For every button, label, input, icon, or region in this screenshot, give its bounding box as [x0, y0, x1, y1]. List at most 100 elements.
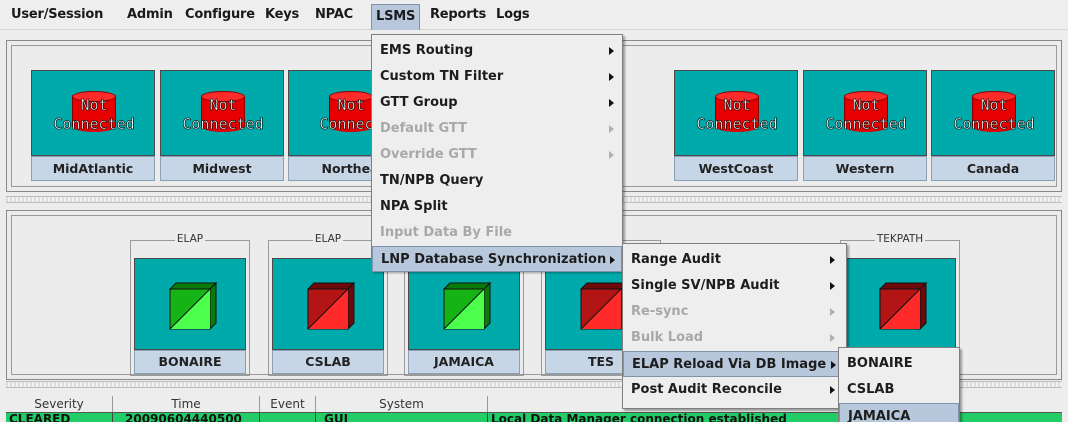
menu-bar: User/Session Admin Configure Keys NPAC L…: [0, 0, 1068, 30]
reload-submenu: BONAIRE CSLAB JAMAICA: [838, 347, 960, 422]
menu-item[interactable]: Single SV/NPB Audit: [623, 273, 846, 299]
menu-item[interactable]: Input Data By File: [372, 220, 622, 246]
menu-item[interactable]: Re-sync: [623, 299, 846, 325]
menu-item[interactable]: Custom TN Filter: [372, 64, 622, 90]
sync-submenu: Range Audit Single SV/NPB Audit Re-sync Bul…: [622, 243, 847, 409]
submenu-arrow-icon: [830, 256, 835, 264]
submenu-arrow-icon: [609, 73, 614, 81]
status-line-2: Connected: [182, 115, 264, 134]
region-card[interactable]: Not Connected Western: [803, 70, 927, 181]
menu-item-label: Single SV/NPB Audit: [631, 278, 780, 293]
menu-item-label: Re-sync: [631, 304, 689, 319]
menu-item[interactable]: CSLAB: [839, 377, 959, 403]
menu-npac[interactable]: NPAC: [312, 6, 356, 26]
elap-legend: ELAP: [174, 233, 206, 245]
menu-item[interactable]: Range Audit: [623, 247, 846, 273]
lsms-dropdown-menu: EMS Routing Custom TN Filter GTT Group Defa…: [371, 34, 623, 272]
status-line-1: Not: [852, 96, 880, 115]
menu-item[interactable]: ELAP Reload Via DB Image: [623, 351, 846, 377]
region-name: Western: [803, 156, 927, 181]
cell-system: GUI: [316, 413, 488, 422]
submenu-arrow-icon: [609, 125, 614, 133]
menu-item-label: NPA Split: [380, 199, 448, 214]
menu-item[interactable]: GTT Group: [372, 90, 622, 116]
server-cube-icon: [168, 281, 218, 331]
region-card[interactable]: Not Connected Midwest: [160, 70, 284, 181]
menu-reports[interactable]: Reports: [427, 6, 489, 26]
menu-item-label: ELAP Reload Via DB Image: [632, 357, 827, 372]
menu-item-label: Range Audit: [631, 252, 721, 267]
region-tile: Not Connected: [803, 70, 927, 156]
elap-tile: [844, 258, 956, 350]
region-card[interactable]: Not Connected Canada: [931, 70, 1055, 181]
submenu-arrow-icon: [830, 282, 835, 290]
menu-item-label: TN/NPB Query: [380, 173, 484, 188]
elap-tile: [134, 258, 246, 350]
server-cube-icon: [442, 281, 492, 331]
elap-card[interactable]: ELAP BONAIRE: [130, 233, 250, 376]
elap-legend: TEKPATH: [874, 233, 926, 245]
menu-item-label: Custom TN Filter: [380, 69, 504, 84]
menu-item[interactable]: TN/NPB Query: [372, 168, 622, 194]
menu-item-label: CSLAB: [847, 382, 895, 397]
region-name: Midwest: [160, 156, 284, 181]
menu-logs[interactable]: Logs: [493, 6, 532, 26]
cell-message: Local Data Manager connection establishe…: [491, 413, 787, 422]
submenu-arrow-icon: [610, 256, 615, 264]
region-card[interactable]: Not Connected MidAtlantic: [31, 70, 155, 181]
menu-item-label: Override GTT: [380, 147, 477, 162]
menu-item-label: Default GTT: [380, 121, 467, 136]
status-line-2: Connected: [53, 115, 135, 134]
col-time[interactable]: Time: [113, 396, 260, 412]
status-line-1: Not: [80, 96, 108, 115]
menu-item-label: LNP Database Synchronization: [381, 252, 607, 267]
submenu-arrow-icon: [609, 99, 614, 107]
region-tile: Not Connected: [31, 70, 155, 156]
region-name: MidAtlantic: [31, 156, 155, 181]
menu-item-label: Bulk Load: [631, 330, 704, 345]
elap-legend: ELAP: [312, 233, 344, 245]
status-line-2: Connected: [825, 115, 907, 134]
menu-configure[interactable]: Configure: [182, 6, 258, 26]
submenu-arrow-icon: [609, 47, 614, 55]
col-system[interactable]: System: [316, 396, 488, 412]
menu-item[interactable]: Bulk Load: [623, 325, 846, 351]
status-line-1: Not: [980, 96, 1008, 115]
region-tile: Not Connected: [931, 70, 1055, 156]
menu-item-label: JAMAICA: [848, 409, 911, 422]
status-line-1: Not: [209, 96, 237, 115]
region-name: Canada: [931, 156, 1055, 181]
menu-item-label: BONAIRE: [847, 356, 913, 371]
menu-admin[interactable]: Admin: [124, 6, 176, 26]
menu-keys[interactable]: Keys: [262, 6, 302, 26]
menu-user-session[interactable]: User/Session: [8, 6, 106, 26]
menu-item[interactable]: Post Audit Reconcile: [623, 377, 846, 403]
menu-item-label: EMS Routing: [380, 43, 474, 58]
elap-name: JAMAICA: [408, 350, 520, 374]
menu-item[interactable]: NPA Split: [372, 194, 622, 220]
menu-item[interactable]: BONAIRE: [839, 351, 959, 377]
menu-item[interactable]: LNP Database Synchronization: [372, 246, 622, 272]
region-name: WestCoast: [674, 156, 798, 181]
col-event[interactable]: Event: [260, 396, 316, 412]
menu-item[interactable]: EMS Routing: [372, 38, 622, 64]
menu-item[interactable]: JAMAICA: [839, 403, 959, 422]
status-line-2: Connected: [953, 115, 1035, 134]
elap-card[interactable]: ELAP CSLAB: [268, 233, 388, 376]
menu-item[interactable]: Default GTT: [372, 116, 622, 142]
cell-time: 20090604440500: [113, 413, 260, 422]
menu-lsms[interactable]: LSMS: [371, 4, 421, 30]
menu-item-label: Post Audit Reconcile: [631, 382, 782, 397]
col-severity[interactable]: Severity: [6, 396, 113, 412]
cell-event: [260, 413, 316, 422]
region-card[interactable]: Not Connected WestCoast: [674, 70, 798, 181]
submenu-arrow-icon: [830, 386, 835, 394]
submenu-arrow-icon: [831, 361, 836, 369]
menu-item[interactable]: Override GTT: [372, 142, 622, 168]
status-line-1: Not: [723, 96, 751, 115]
region-tile: Not Connected: [160, 70, 284, 156]
menu-item-label: Input Data By File: [380, 225, 512, 240]
menu-item-label: GTT Group: [380, 95, 458, 110]
elap-tile: [272, 258, 384, 350]
submenu-arrow-icon: [609, 151, 614, 159]
